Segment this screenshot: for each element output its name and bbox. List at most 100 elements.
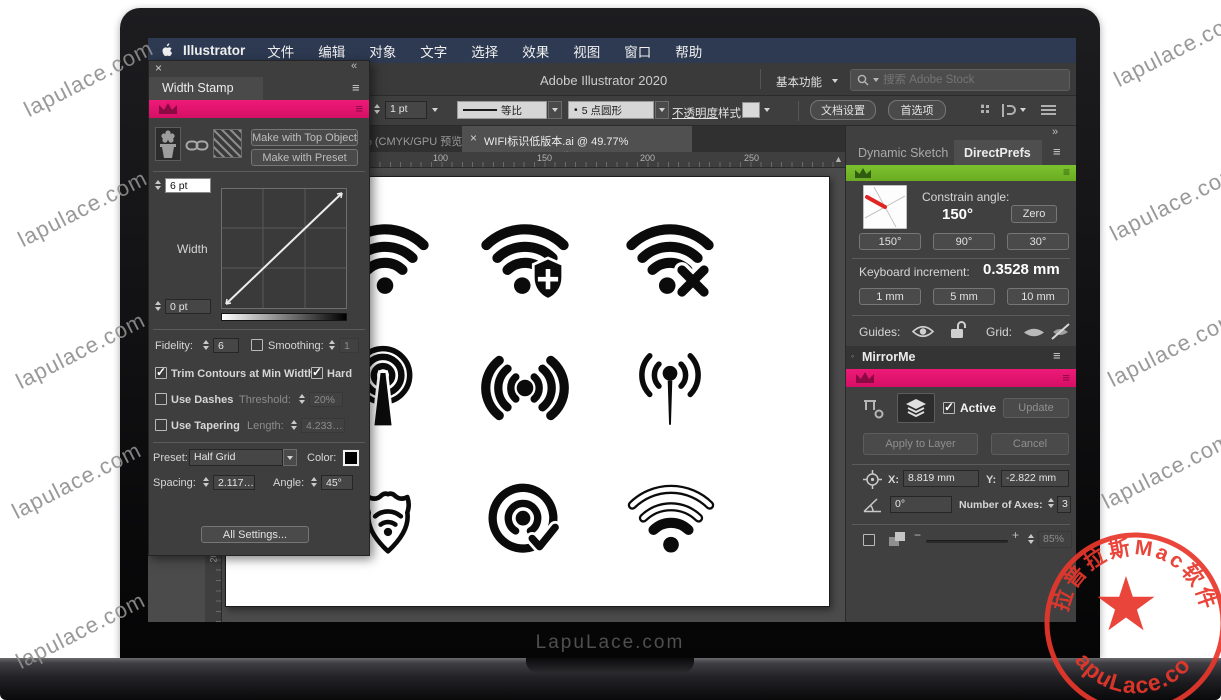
spacing-field[interactable]: 2.117… <box>213 475 255 490</box>
chevron-down-icon[interactable] <box>832 79 838 83</box>
width-curve-editor[interactable] <box>221 188 347 309</box>
angle-field[interactable]: 45° <box>321 475 353 490</box>
min-width-field[interactable]: 0 pt <box>165 299 211 314</box>
tab-dynamic-sketch[interactable]: Dynamic Sketch <box>858 146 948 160</box>
angle-preset-90-button[interactable]: 90° <box>933 233 995 250</box>
update-button[interactable]: Update <box>1003 398 1069 418</box>
angle-preset-30-button[interactable]: 30° <box>1007 233 1069 250</box>
origin-target-icon[interactable] <box>863 470 882 489</box>
preset-dropdown[interactable]: Half Grid <box>189 449 283 466</box>
length-stepper[interactable] <box>289 420 298 430</box>
broadcast-icon[interactable] <box>479 342 571 434</box>
menu-item-type[interactable]: 文字 <box>408 41 459 61</box>
background-document-tab[interactable]: % (CMYK/GPU 预览) <box>362 133 466 149</box>
color-swatch[interactable] <box>343 450 359 466</box>
wifi-check-icon[interactable] <box>477 474 569 566</box>
increment-10mm-button[interactable]: 10 mm <box>1007 288 1069 305</box>
menu-item-window[interactable]: 窗口 <box>612 41 663 61</box>
angle-stepper[interactable] <box>309 477 318 487</box>
mirror-axis-icon[interactable] <box>861 398 885 420</box>
snap-options-icon[interactable] <box>1000 103 1016 118</box>
panel-menu-icon[interactable]: ≡ <box>1053 146 1061 158</box>
layers-target-button[interactable] <box>897 393 935 423</box>
brush-dropdown[interactable]: • 5 点圆形 <box>568 101 654 119</box>
smoothing-checkbox[interactable] <box>251 339 263 351</box>
stock-search-box[interactable] <box>850 69 1070 91</box>
make-with-top-object-button[interactable]: Make with Top Object <box>251 129 358 146</box>
opacity-slider[interactable] <box>926 540 1008 543</box>
make-with-preset-button[interactable]: Make with Preset <box>251 149 358 166</box>
fidelity-field[interactable]: 6 <box>213 338 239 353</box>
trim-contours-checkbox[interactable] <box>155 367 167 379</box>
zero-button[interactable]: Zero <box>1011 205 1057 223</box>
fidelity-stepper[interactable] <box>201 340 210 350</box>
style-swatch[interactable] <box>742 102 760 118</box>
axes-field[interactable]: 3 <box>1057 496 1071 513</box>
menu-app-name[interactable]: Illustrator <box>183 43 245 58</box>
cancel-button[interactable]: Cancel <box>991 433 1069 455</box>
angle-preset-150-button[interactable]: 150° <box>859 233 921 250</box>
axes-stepper[interactable] <box>1046 498 1055 508</box>
min-width-stepper[interactable] <box>153 301 162 311</box>
bar-menu-icon[interactable]: ≡ <box>355 101 363 116</box>
wifi-outline-icon[interactable] <box>625 472 717 564</box>
threshold-field[interactable]: 20% <box>309 392 343 407</box>
all-settings-button[interactable]: All Settings... <box>201 526 309 543</box>
stroke-stepper[interactable] <box>372 104 381 114</box>
apply-to-layer-button[interactable]: Apply to Layer <box>863 433 978 455</box>
guides-visible-eye-icon[interactable] <box>911 324 935 339</box>
active-document-tab[interactable]: × WIFI标识低版本.ai @ 49.77% (CMYK/GPU 预览) <box>462 126 692 152</box>
rotation-angle-icon[interactable] <box>863 498 882 513</box>
menu-item-help[interactable]: 帮助 <box>663 41 714 61</box>
preset-dropdown-button[interactable] <box>283 449 297 466</box>
wifi-shield-plus-icon[interactable] <box>479 212 571 304</box>
stamp-object-preview[interactable] <box>155 127 181 161</box>
grid-snap-off-icon[interactable] <box>1050 322 1071 341</box>
link-icon[interactable] <box>185 139 209 152</box>
search-input[interactable] <box>883 74 1043 86</box>
rotation-field[interactable]: 0° <box>890 496 952 513</box>
tab-directprefs[interactable]: DirectPrefs <box>954 140 1042 165</box>
wifi-cancel-icon[interactable] <box>624 212 716 304</box>
scroll-up-icon[interactable]: ▲ <box>834 154 843 164</box>
y-field[interactable]: -2.822 mm <box>1001 470 1069 487</box>
document-setup-button[interactable]: 文档设置 <box>810 100 876 120</box>
spacing-stepper[interactable] <box>201 477 210 487</box>
threshold-stepper[interactable] <box>297 394 306 404</box>
workspace-switcher[interactable]: 基本功能 <box>776 74 822 90</box>
opacity-checkbox[interactable] <box>863 534 875 546</box>
smoothing-stepper[interactable] <box>327 340 336 350</box>
expand-dock-icon[interactable]: » <box>1052 126 1058 138</box>
menu-item-object[interactable]: 对象 <box>357 41 408 61</box>
chevron-down-icon[interactable] <box>1020 108 1026 112</box>
menu-item-view[interactable]: 视图 <box>561 41 612 61</box>
smoothing-field[interactable]: 1 <box>339 338 359 353</box>
chevron-down-icon[interactable] <box>873 78 879 82</box>
use-dashes-checkbox[interactable] <box>155 393 167 405</box>
collapse-dot-icon[interactable]: ◦ <box>851 351 854 361</box>
profile-dropdown-button[interactable] <box>548 101 562 119</box>
menu-item-file[interactable]: 文件 <box>255 41 306 61</box>
hard-checkbox[interactable] <box>311 367 323 379</box>
stroke-weight-field[interactable]: 1 pt <box>385 101 427 119</box>
increment-5mm-button[interactable]: 5 mm <box>933 288 995 305</box>
bar-menu-icon[interactable]: ≡ <box>1062 370 1070 385</box>
grid-hidden-eye-icon[interactable] <box>1022 326 1046 339</box>
close-icon[interactable]: × <box>155 61 162 75</box>
brush-dropdown-button[interactable] <box>655 101 669 119</box>
guides-unlocked-icon[interactable] <box>949 320 969 340</box>
max-width-field[interactable]: 6 pt <box>165 178 211 193</box>
opacity-link[interactable]: 不透明度 <box>672 105 718 121</box>
list-icon[interactable] <box>1041 104 1056 116</box>
width-profile-dropdown[interactable]: 等比 <box>457 101 547 119</box>
panel-menu-icon[interactable]: ≡ <box>1053 350 1061 362</box>
menu-item-select[interactable]: 选择 <box>459 41 510 61</box>
apple-logo-icon[interactable] <box>160 43 173 58</box>
preferences-button[interactable]: 首选项 <box>888 100 946 120</box>
x-field[interactable]: 8.819 mm <box>903 470 979 487</box>
active-checkbox[interactable] <box>943 402 955 414</box>
bar-menu-icon[interactable]: ≡ <box>1063 165 1070 179</box>
pattern-swatch[interactable] <box>213 129 242 158</box>
panel-menu-icon[interactable]: ≡ <box>352 82 360 94</box>
mirrorme-title[interactable]: MirrorMe <box>862 350 915 364</box>
